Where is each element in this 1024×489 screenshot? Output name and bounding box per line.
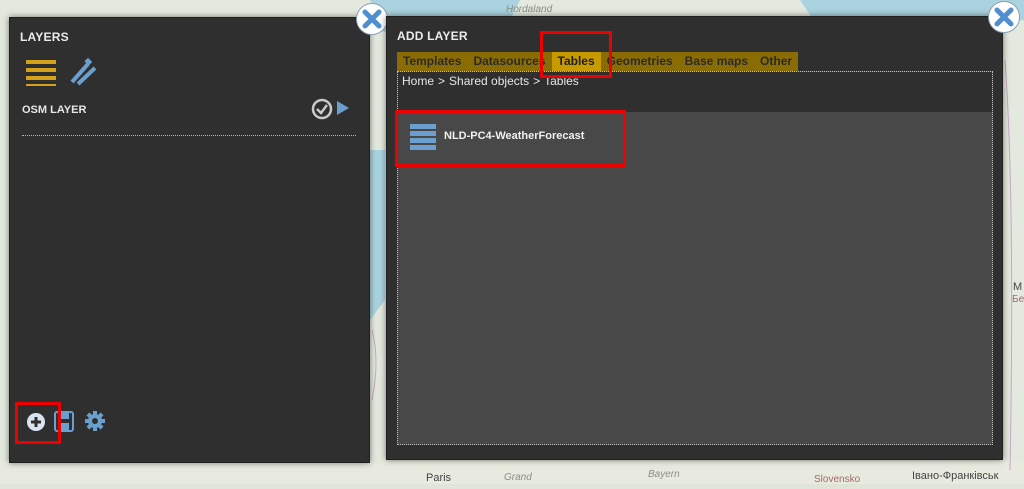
layer-divider [22,135,356,136]
breadcrumb-tables: Tables [544,74,579,88]
save-disk-icon[interactable] [54,410,74,437]
table-icon [410,122,436,157]
map-label-city: Івано-Франківськ [912,470,999,482]
add-layer-panel-title: ADD LAYER [397,29,468,43]
tab-geometries[interactable]: Geometries [601,52,679,71]
breadcrumb-bar: Home > Shared objects > Tables [398,72,992,112]
layer-name: OSM LAYER [22,104,87,116]
tab-datasources[interactable]: Datasources [467,52,551,71]
map-label-city: Paris [426,472,452,484]
breadcrumb-separator: > [438,74,446,88]
table-browser: Home > Shared objects > Tables NLD-PC4-Weath… [397,71,993,445]
play-triangle-icon[interactable] [336,100,350,121]
edit-pen-icon[interactable] [68,57,98,91]
gear-icon[interactable] [84,410,106,437]
breadcrumb: Home > Shared objects > Tables [402,74,579,88]
tab-tables[interactable]: Tables [551,52,601,71]
close-icon[interactable] [988,1,1020,33]
map-label-country: Бе [1012,294,1024,305]
breadcrumb-home[interactable]: Home [402,74,434,88]
map-label-country: Slovensko [814,474,861,485]
breadcrumb-separator: > [533,74,541,88]
check-circle-icon[interactable] [311,98,333,125]
tab-other[interactable]: Other [754,52,798,71]
map-label-region: Grand [504,472,532,483]
add-layer-panel: ADD LAYER Templates Datasources Tables G… [386,16,1003,460]
add-circle-icon[interactable] [26,410,46,437]
map-label-city: M [1013,281,1023,293]
close-icon[interactable] [356,3,388,35]
layers-panel: LAYERS OSM LAYER [9,17,370,463]
map-label-region: Bayern [648,469,680,480]
layers-panel-title: LAYERS [20,30,69,44]
list-icon[interactable] [26,58,56,91]
table-item-name: NLD-PC4-WeatherForecast [444,130,585,142]
tab-bar: Templates Datasources Tables Geometries … [397,52,799,71]
tab-base-maps[interactable]: Base maps [679,52,754,71]
layer-row[interactable]: OSM LAYER [22,98,356,122]
tab-templates[interactable]: Templates [397,52,467,71]
map-label-region: Hordaland [506,4,553,15]
breadcrumb-shared-objects[interactable]: Shared objects [449,74,529,88]
